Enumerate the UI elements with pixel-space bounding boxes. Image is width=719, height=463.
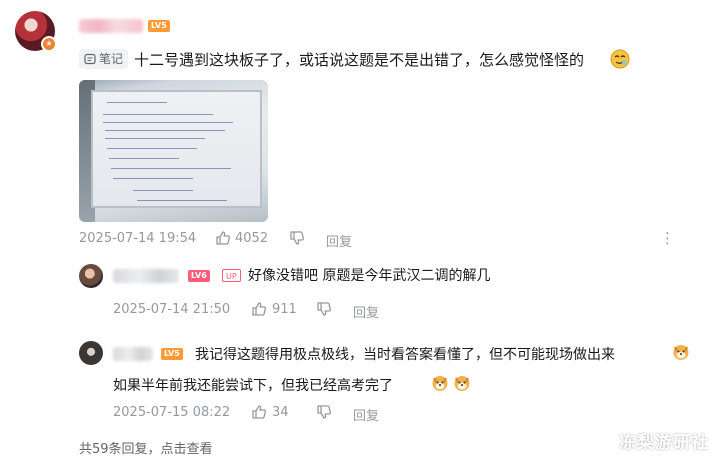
reply-username-blurred[interactable] [113, 347, 153, 361]
reply-date: 2025-07-15 08:22 [113, 405, 231, 420]
comment-image-whiteboard[interactable] [79, 80, 268, 222]
note-tag-label: 笔记 [99, 52, 124, 66]
watermark: 冻梨游研社 [619, 433, 709, 453]
reply-date: 2025-07-14 21:50 [113, 302, 231, 317]
note-icon [84, 53, 96, 65]
shiba-face-icon [431, 374, 449, 392]
like-count: 911 [272, 302, 297, 317]
avatar-decoration-badge: ★ [41, 36, 57, 52]
like-count: 4052 [235, 231, 269, 246]
reply-avatar[interactable] [79, 341, 103, 365]
doge-face-icon [610, 49, 630, 69]
comment-text: 十二号遇到这块板子了，或话说这题是不是出错了，怎么感觉怪怪的 [134, 51, 585, 69]
more-options-icon[interactable]: ⋮ [660, 229, 675, 247]
note-tag[interactable]: 笔记 [79, 49, 129, 69]
level-badge: LV5 [148, 20, 170, 32]
shiba-face-icon [453, 374, 471, 392]
reply-text-line1: 我记得这题得用极点极线，当时看答案看懂了，但不可能现场做出来 [195, 347, 615, 363]
like-count: 34 [272, 405, 289, 420]
view-all-replies-link[interactable]: 共59条回复，点击查看 [79, 438, 213, 457]
like-icon[interactable] [251, 404, 267, 420]
username-blurred[interactable] [79, 19, 143, 33]
like-icon[interactable] [215, 230, 231, 246]
level-badge: LV5 [161, 348, 183, 360]
reply-button[interactable]: 回复 [353, 405, 379, 424]
reply-text-line2: 如果半年前我还能尝试下，但我已经高考完了 [113, 378, 393, 394]
reply-button[interactable]: 回复 [326, 231, 352, 250]
like-icon[interactable] [251, 301, 267, 317]
reply-text: 好像没错吧 原题是今年武汉二调的解几 [248, 268, 491, 284]
reply-avatar[interactable] [79, 264, 103, 288]
dislike-icon[interactable] [316, 301, 332, 317]
up-badge: UP [222, 269, 241, 282]
dislike-icon[interactable] [289, 230, 305, 246]
reply-username-blurred[interactable] [113, 269, 179, 283]
level-badge: LV6 [188, 270, 210, 282]
reply-button[interactable]: 回复 [353, 302, 379, 321]
comment-date: 2025-07-14 19:54 [79, 231, 197, 246]
dislike-icon[interactable] [316, 404, 332, 420]
shiba-face-icon [672, 343, 690, 361]
